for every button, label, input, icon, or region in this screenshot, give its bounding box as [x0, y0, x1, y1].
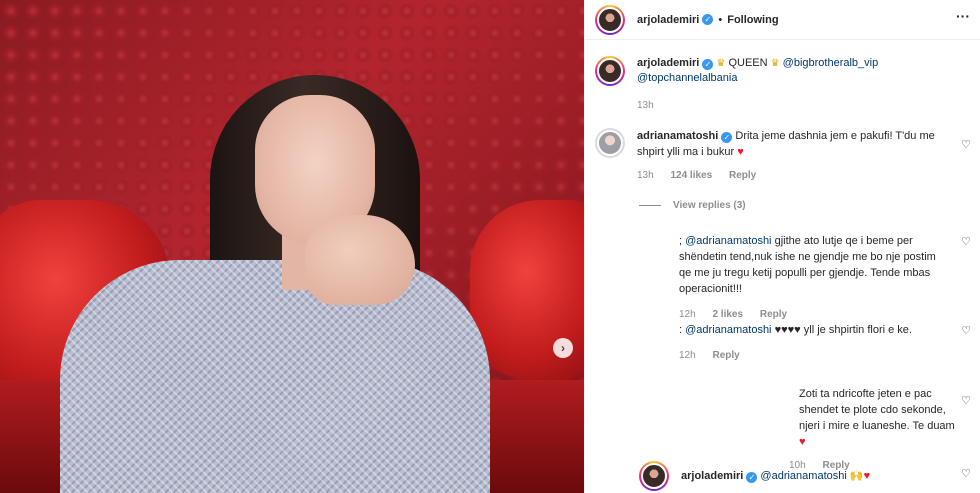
comment-reply-button[interactable]: Reply	[729, 170, 756, 181]
chevron-right-icon: ›	[561, 341, 565, 355]
verified-badge-icon: ✓	[746, 472, 758, 483]
reply: arjolademiri ✓ @adrianamatoshi 🙌♥	[639, 461, 939, 491]
crown-emoji-icon: ♛	[770, 58, 780, 69]
caption-text: QUEEN	[728, 57, 768, 69]
separator-dot: •	[718, 13, 723, 26]
heart-emoji-icon: ♥	[737, 146, 744, 158]
commenter-avatar[interactable]	[595, 128, 625, 158]
post-photo[interactable]: ›	[0, 0, 584, 493]
heart-outline-icon[interactable]: ♡	[960, 139, 972, 151]
post-header: arjolademiri ✓ • Following	[585, 0, 980, 40]
reply-mention[interactable]: @adrianamatoshi	[685, 235, 771, 247]
reply-time: 12h	[679, 350, 696, 361]
reply-prefix: ;	[679, 235, 683, 247]
heart-emoji-icon: ♥	[799, 436, 806, 448]
heart-emoji-icon: ♥	[863, 470, 871, 482]
reply-reply-button[interactable]: Reply	[712, 350, 739, 361]
author-username[interactable]: arjolademiri	[637, 14, 699, 26]
reply-username[interactable]: arjolademiri	[681, 470, 743, 482]
comment-meta: 13h 124 likes Reply	[637, 170, 955, 181]
reply: ; @adrianamatoshi gjithe ato lutje qe i …	[679, 233, 949, 320]
caption-author-avatar[interactable]	[595, 56, 625, 86]
heart-emoji-icons: ♥♥♥♥	[774, 324, 801, 336]
hand-shape	[305, 215, 415, 305]
reply-prefix: :	[679, 324, 683, 336]
view-replies-button[interactable]: View replies (3)	[639, 200, 746, 211]
heart-outline-icon[interactable]: ♡	[960, 236, 972, 248]
heart-outline-icon[interactable]: ♡	[960, 325, 972, 337]
reply-meta: 12h Reply	[679, 350, 912, 361]
comment-likes[interactable]: 124 likes	[670, 170, 712, 181]
caption-time: 13h	[637, 100, 654, 111]
view-replies-label: View replies (3)	[673, 200, 746, 211]
comment-username[interactable]: adrianamatoshi	[637, 130, 718, 142]
reply-mention[interactable]: @adrianamatoshi	[760, 470, 846, 482]
reply-reply-button[interactable]: Reply	[760, 309, 787, 320]
reply-time: 12h	[679, 309, 696, 320]
caption-username[interactable]: arjolademiri	[637, 57, 699, 69]
reply: : @adrianamatoshi ♥♥♥♥ yll je shpirtin f…	[679, 322, 959, 361]
author-avatar[interactable]	[595, 4, 625, 35]
post-sidebar: arjolademiri ✓ • Following arjolademiri ✓…	[584, 0, 980, 493]
post-caption: arjolademiri ✓ ♛ QUEEN ♛ @bigbrotheralb_v…	[595, 56, 965, 113]
divider-line	[639, 205, 661, 206]
comment-time: 13h	[637, 170, 654, 181]
reply-meta: 12h 2 likes Reply	[679, 309, 949, 320]
verified-badge-icon: ✓	[702, 14, 714, 25]
reply: Zoti ta ndricofte jeten e pac shendet te…	[679, 386, 959, 471]
tweed-jacket-shape	[60, 260, 490, 493]
reply-text: yll je shpirtin flori e ke.	[803, 324, 912, 336]
reply-author-avatar[interactable]	[639, 461, 669, 491]
next-photo-button[interactable]: ›	[553, 338, 573, 358]
caption-mention-bigbrother[interactable]: @bigbrotheralb_vip	[783, 57, 879, 69]
reply-text: Zoti ta ndricofte jeten e pac shendet te…	[799, 388, 955, 432]
heart-outline-icon[interactable]: ♡	[960, 395, 972, 407]
heart-outline-icon[interactable]: ♡	[960, 468, 972, 480]
reply-likes[interactable]: 2 likes	[712, 309, 743, 320]
verified-badge-icon: ✓	[702, 59, 714, 70]
following-button[interactable]: Following	[727, 14, 778, 26]
raised-hands-emoji-icon: 🙌	[849, 470, 864, 482]
caption-mention-topchannel[interactable]: @topchannelalbania	[637, 72, 737, 84]
comment: adrianamatoshi ✓ Drita jeme dashnia jem e…	[595, 128, 955, 181]
reply-mention[interactable]: @adrianamatoshi	[685, 324, 771, 336]
crown-emoji-icon: ♛	[716, 58, 726, 69]
more-options-icon[interactable]: ···	[956, 8, 970, 24]
verified-badge-icon: ✓	[721, 132, 733, 143]
